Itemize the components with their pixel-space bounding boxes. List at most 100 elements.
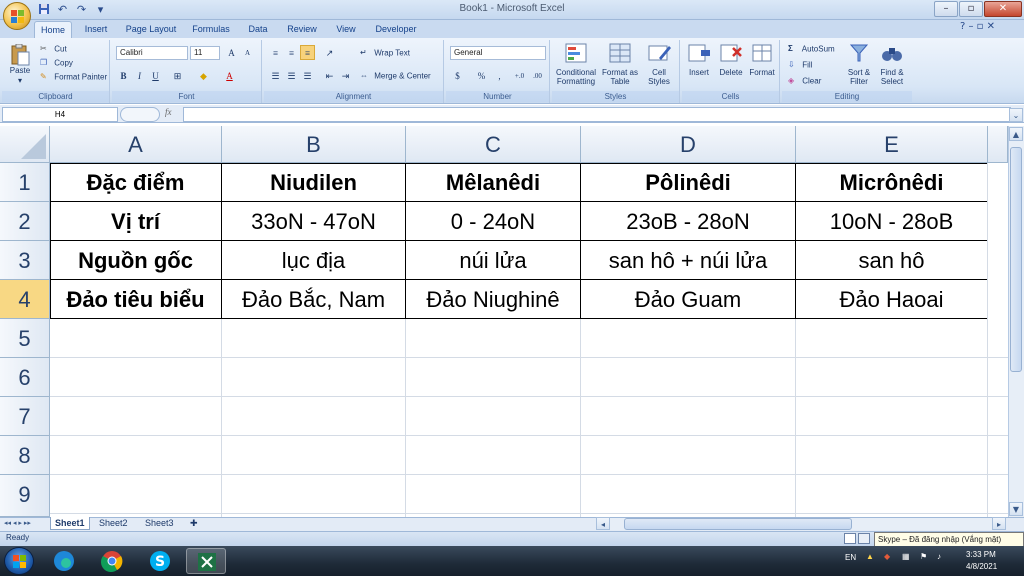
page-layout-view-icon[interactable] (858, 533, 870, 544)
format-as-table-button[interactable]: Format as Table (600, 42, 640, 86)
delete-button[interactable]: Delete (716, 42, 746, 78)
taskbar-excel[interactable] (186, 548, 226, 574)
cell-b1[interactable]: Niudilen (222, 163, 406, 202)
tab-data[interactable]: Data (242, 21, 274, 38)
row-header-5[interactable]: 5 (0, 319, 50, 358)
bold-button[interactable]: B (116, 68, 131, 83)
column-header-f[interactable] (988, 126, 1008, 163)
cell-e3[interactable]: san hô (796, 241, 988, 280)
font-name-select[interactable]: Calibri (116, 46, 188, 60)
increase-indent-icon[interactable]: ⇥ (338, 68, 353, 83)
tray-network-icon[interactable]: ▦ (902, 552, 910, 561)
cell-a4[interactable]: Đảo tiêu biểu (50, 280, 222, 319)
tab-home[interactable]: Home (34, 21, 72, 38)
select-all-corner[interactable] (0, 126, 50, 163)
number-format-select[interactable]: General (450, 46, 546, 60)
cell-e1[interactable]: Micrônêdi (796, 163, 988, 202)
scroll-up-icon[interactable]: ▲ (1009, 127, 1023, 141)
row-header-7[interactable]: 7 (0, 397, 50, 436)
decrease-decimal-button[interactable]: .00 (530, 68, 545, 83)
paste-dropdown-icon[interactable]: ▾ (8, 76, 32, 86)
taskbar-chrome[interactable] (92, 548, 132, 574)
office-button[interactable] (3, 2, 31, 30)
cell-d2[interactable]: 23oB - 28oN (581, 202, 796, 241)
decrease-indent-icon[interactable]: ⇤ (322, 68, 337, 83)
cell-c2[interactable]: 0 - 24oN (406, 202, 581, 241)
autosum-button[interactable]: Σ AutoSum (788, 44, 835, 55)
row-header-3[interactable]: 3 (0, 241, 50, 280)
increase-decimal-button[interactable]: +.0 (512, 68, 527, 83)
clear-button[interactable]: ◈ Clear (788, 76, 821, 87)
cell-a3[interactable]: Nguồn gốc (50, 241, 222, 280)
cell-c1[interactable]: Mêlanêdi (406, 163, 581, 202)
column-header-e[interactable]: E (796, 126, 988, 163)
column-header-c[interactable]: C (406, 126, 581, 163)
find-select-button[interactable]: Find & Select (876, 42, 908, 86)
tray-shield-icon[interactable]: ◆ (884, 552, 890, 561)
taskbar-edge[interactable] (44, 548, 84, 574)
cell-d3[interactable]: san hô + núi lửa (581, 241, 796, 280)
insert-function-button[interactable]: fx (165, 107, 172, 117)
formula-bar-splitter[interactable] (120, 107, 160, 122)
sort-filter-button[interactable]: Sort & Filter (844, 42, 874, 86)
cut-button[interactable]: ✂ Cut (40, 44, 67, 55)
comma-button[interactable]: , (492, 68, 507, 83)
tray-volume-icon[interactable]: ♪ (937, 552, 941, 561)
italic-button[interactable]: I (132, 68, 147, 83)
row-header-8[interactable]: 8 (0, 436, 50, 475)
expand-formula-bar-icon[interactable]: ⌄ (1009, 108, 1023, 122)
scroll-left-icon[interactable]: ◂ (596, 517, 610, 530)
grow-font-button[interactable]: A (224, 45, 239, 60)
borders-icon[interactable]: ⊞ (170, 68, 185, 83)
merge-center-button[interactable]: ⇔ Merge & Center (360, 71, 431, 82)
column-header-a[interactable]: A (50, 126, 222, 163)
shrink-font-button[interactable]: A (240, 45, 255, 60)
font-color-button[interactable]: A (222, 68, 237, 83)
row-header-2[interactable]: 2 (0, 202, 50, 241)
cell-d4[interactable]: Đảo Guam (581, 280, 796, 319)
align-bottom-icon[interactable]: ≡ (300, 45, 315, 60)
tray-flag-icon[interactable]: ⚑ (920, 552, 927, 561)
sheet-tab-1[interactable]: Sheet1 (50, 517, 90, 530)
name-box[interactable]: H4 (2, 107, 118, 122)
sheet-tab-2[interactable]: Sheet2 (95, 517, 132, 530)
font-size-select[interactable]: 11 (190, 46, 220, 60)
underline-button[interactable]: U (148, 68, 163, 83)
vertical-scroll-thumb[interactable] (1010, 147, 1022, 372)
tray-warning-icon[interactable]: ▲ (866, 552, 874, 561)
align-right-icon[interactable]: ☰ (300, 68, 315, 83)
sheet-tab-3[interactable]: Sheet3 (141, 517, 178, 530)
tab-insert[interactable]: Insert (78, 21, 114, 38)
insert-button[interactable]: Insert (684, 42, 714, 78)
copy-button[interactable]: ❐ Copy (40, 58, 73, 69)
cell-d1[interactable]: Pôlinêdi (581, 163, 796, 202)
tab-developer[interactable]: Developer (370, 21, 422, 38)
insert-sheet-icon[interactable]: ✚ (186, 517, 202, 530)
cell-e4[interactable]: Đảo Haoai (796, 280, 988, 319)
cell-c3[interactable]: núi lửa (406, 241, 581, 280)
close-button[interactable]: ✕ (984, 1, 1022, 17)
align-top-icon[interactable]: ≡ (268, 45, 283, 60)
cell-c4[interactable]: Đảo Niughinê (406, 280, 581, 319)
cell-b2[interactable]: 33oN - 47oN (222, 202, 406, 241)
orientation-icon[interactable]: ↗ (322, 45, 337, 60)
fill-button[interactable]: ⇩ Fill (788, 60, 812, 71)
format-painter-button[interactable]: ✎ Format Painter (40, 72, 107, 83)
cell-b3[interactable]: lục địa (222, 241, 406, 280)
currency-button[interactable]: $ (450, 68, 465, 83)
cell-a2[interactable]: Vị trí (50, 202, 222, 241)
start-button[interactable] (4, 547, 34, 575)
horizontal-scroll-thumb[interactable] (624, 518, 852, 530)
row-header-1[interactable]: 1 (0, 163, 50, 202)
scroll-down-icon[interactable]: ▼ (1009, 502, 1023, 516)
cell-a1[interactable]: Đặc điểm (50, 163, 222, 202)
minimize-button[interactable]: – (934, 1, 958, 17)
align-center-icon[interactable]: ☰ (284, 68, 299, 83)
wrap-text-button[interactable]: ↵ Wrap Text (360, 48, 410, 59)
column-header-d[interactable]: D (581, 126, 796, 163)
align-middle-icon[interactable]: ≡ (284, 45, 299, 60)
taskbar-skype[interactable]: S (140, 548, 180, 574)
tab-view[interactable]: View (330, 21, 362, 38)
formula-input[interactable] (183, 107, 1011, 122)
help-icons[interactable]: ? – ▫ ✕ (960, 21, 995, 32)
